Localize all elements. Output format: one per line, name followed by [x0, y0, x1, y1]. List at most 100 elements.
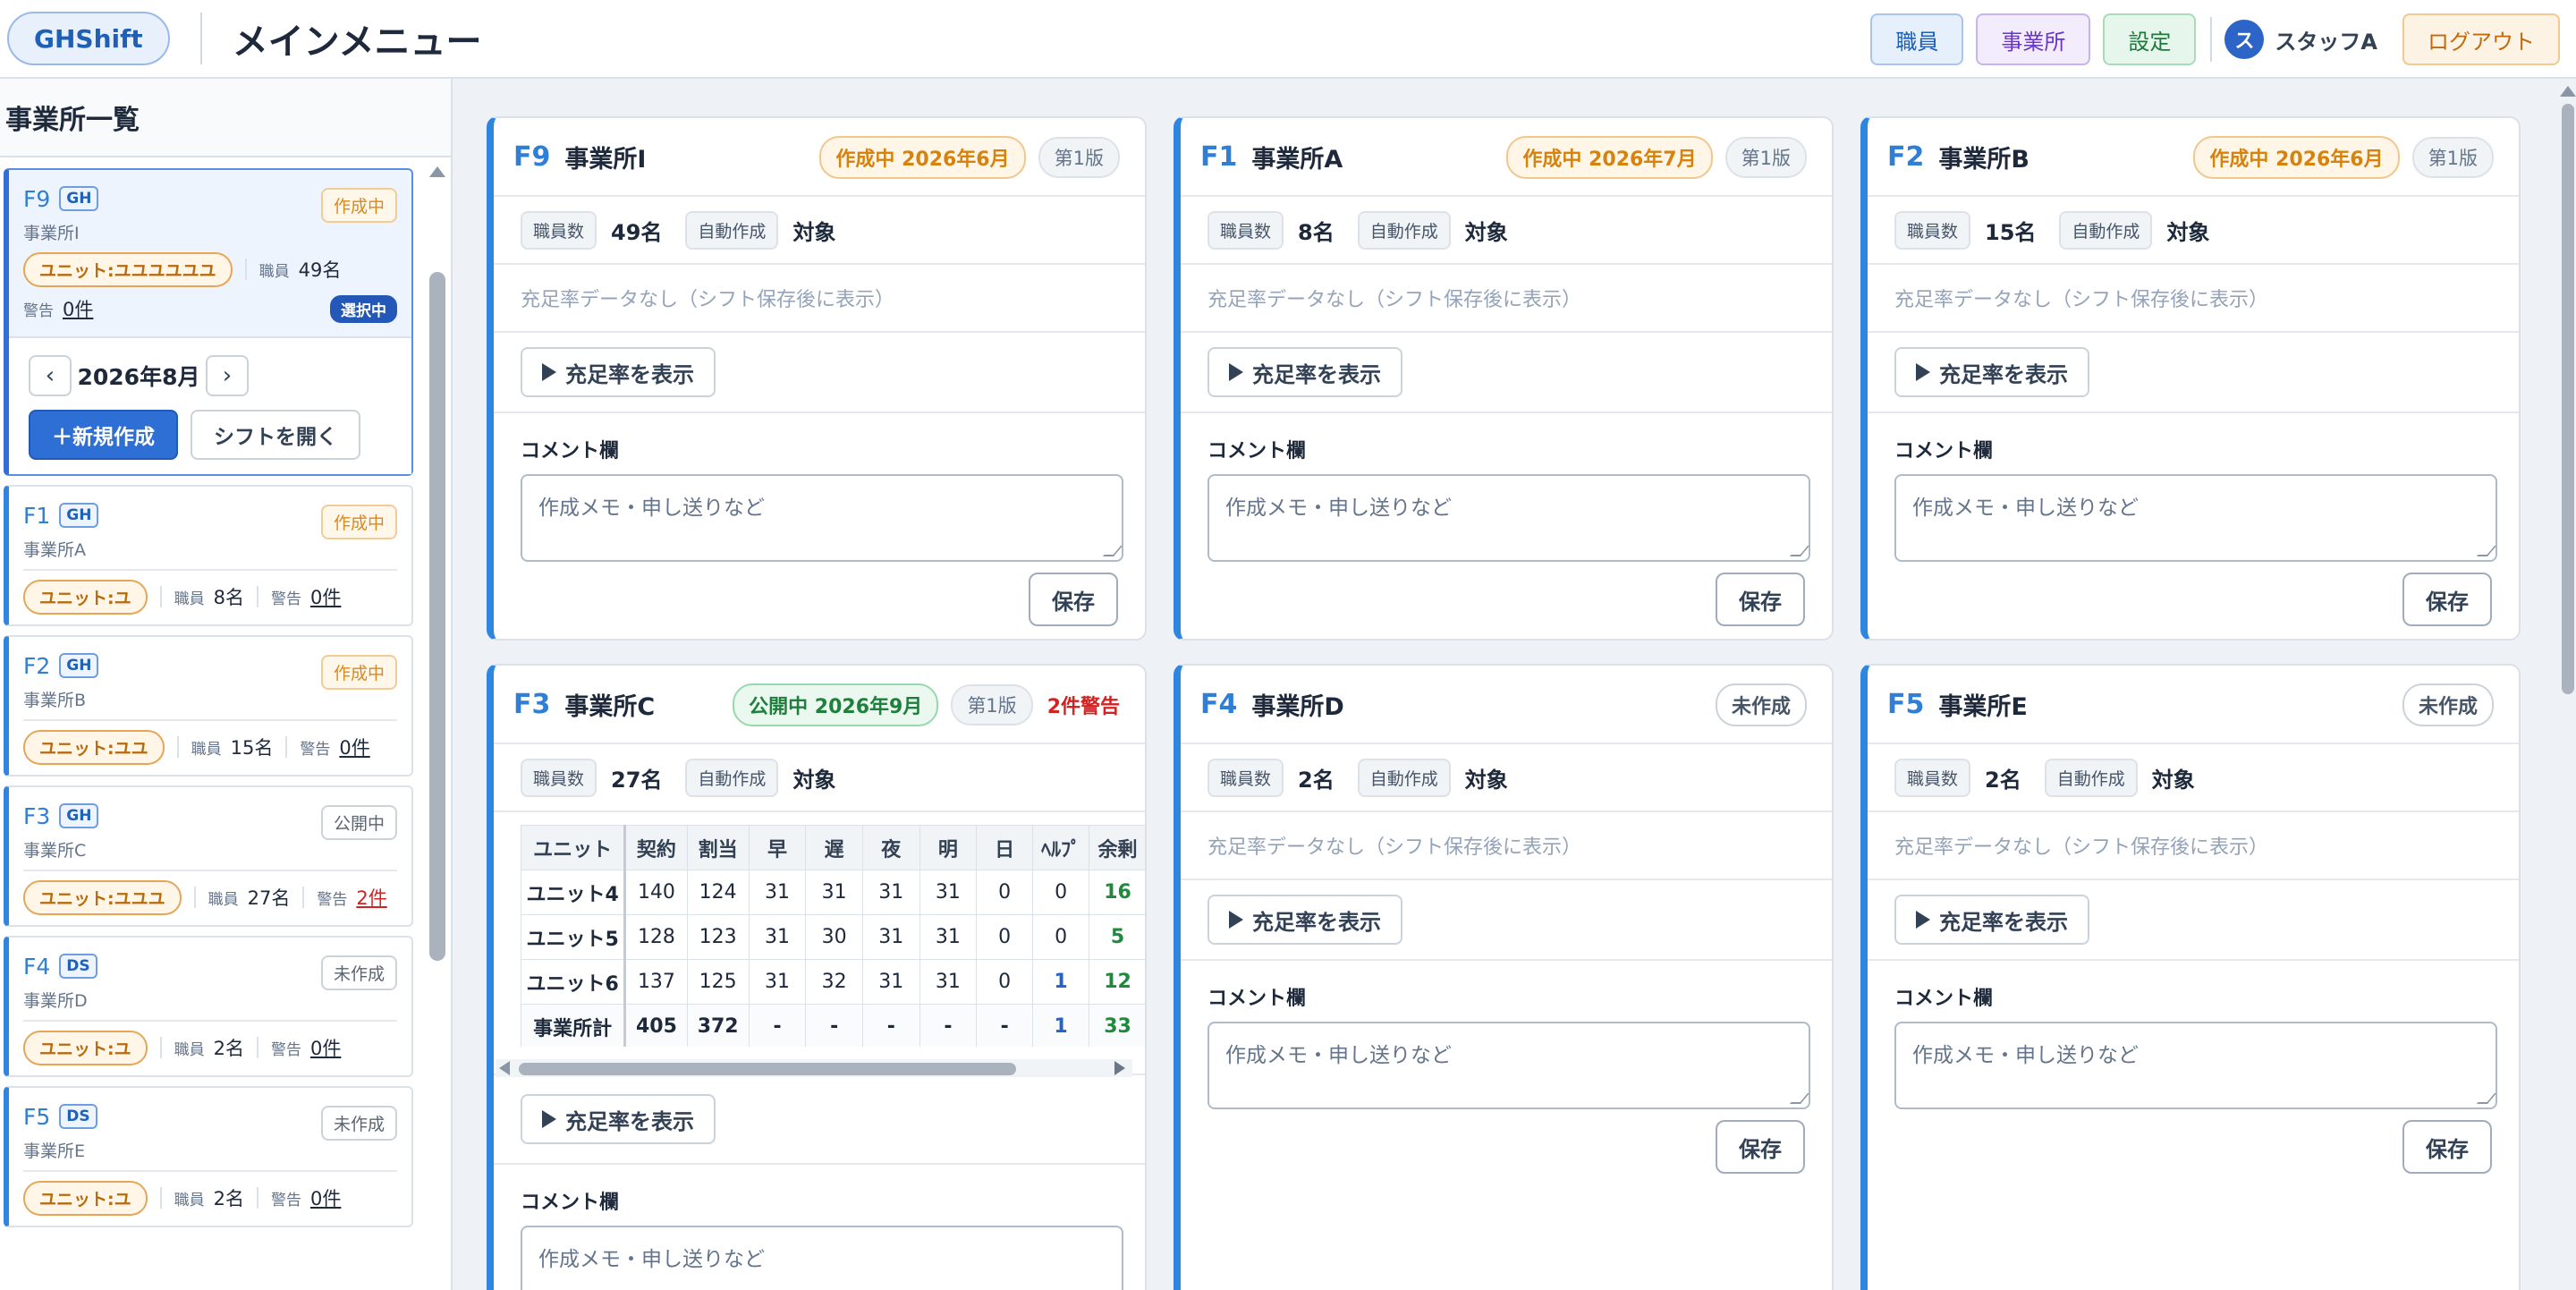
table-cell: 30 — [805, 914, 863, 960]
show-fill-rate-button[interactable]: 充足率を表示 — [1894, 895, 2089, 945]
office-code: F9 — [23, 185, 51, 212]
logout-button[interactable]: ログアウト — [2402, 13, 2560, 65]
nav-settings-button[interactable]: 設定 — [2103, 13, 2197, 65]
table-cell: 31 — [861, 870, 920, 915]
office-code: F3 — [23, 802, 51, 829]
table-header: 契約 — [624, 825, 688, 870]
office-card: F2 事業所B 作成中 2026年6月 第1版 職員数 15名 自動作成 対象 … — [1860, 116, 2521, 641]
open-shift-button[interactable]: シフトを開く — [191, 410, 360, 460]
scrollbar-thumb[interactable] — [429, 272, 445, 961]
warning-label: 警告 — [317, 890, 348, 909]
show-fill-rate-button[interactable]: 充足率を表示 — [1894, 347, 2089, 397]
table-header: 夜 — [861, 825, 920, 870]
warning-count-link[interactable]: 0件 — [310, 1184, 341, 1211]
staff-label: 職員 — [208, 890, 239, 909]
office-name: 事業所A — [1251, 145, 1343, 174]
comment-textarea[interactable]: 作成メモ・申し送りなど — [1208, 1022, 1810, 1109]
status-badge: 未作成 — [320, 955, 397, 990]
prev-month-button[interactable]: ‹ — [29, 355, 72, 396]
office-list-item[interactable]: F1 GH 作成中 事業所A ユニット:ユ 職員 8名 警告 0件 — [4, 485, 413, 626]
scroll-left-icon[interactable] — [499, 1061, 510, 1075]
main-scrollbar[interactable] — [2560, 82, 2576, 1290]
warning-count-link[interactable]: 0件 — [310, 583, 341, 610]
resize-grip-icon[interactable] — [1102, 546, 1123, 556]
warning-label: 警告 — [23, 301, 54, 320]
office-name: 事業所I — [564, 145, 647, 174]
warning-label: 警告 — [270, 1040, 301, 1059]
comment-textarea[interactable]: 作成メモ・申し送りなど — [521, 474, 1123, 562]
no-fill-data-text: 充足率データなし（シフト保存後に表示） — [494, 265, 1145, 333]
show-fill-rate-label: 充足率を表示 — [565, 1108, 694, 1134]
office-name: 事業所B — [23, 691, 87, 710]
fill-rate-table-container: ユニット 契約 割当 早 遅 夜 明 日 ﾍﾙﾌﾟ 余剰 ユニット4 140 1… — [494, 812, 1145, 1077]
table-cell: 31 — [861, 959, 920, 1005]
comment-placeholder: 作成メモ・申し送りなど — [1912, 496, 2139, 520]
scroll-right-icon[interactable] — [1114, 1061, 1125, 1075]
selected-office-panel: ‹ 2026年8月 › ＋新規作成 シフトを開く — [9, 336, 411, 474]
office-type-badge: GH — [59, 653, 99, 678]
table-cell: 31 — [748, 870, 807, 915]
table-header: 早 — [748, 825, 807, 870]
show-fill-rate-button[interactable]: 充足率を表示 — [521, 1094, 716, 1144]
show-fill-rate-button[interactable]: 充足率を表示 — [521, 347, 716, 397]
comment-textarea[interactable]: 作成メモ・申し送りなど — [1894, 1022, 2497, 1109]
save-button[interactable]: 保存 — [1029, 573, 1118, 626]
table-cell: - — [976, 1004, 1034, 1047]
save-button[interactable]: 保存 — [2402, 1120, 2492, 1174]
warning-count-link[interactable]: 2件 — [356, 884, 386, 911]
comment-textarea[interactable]: 作成メモ・申し送りなど — [521, 1226, 1123, 1290]
next-month-button[interactable]: › — [206, 355, 249, 396]
staff-count: 2名 — [213, 1038, 244, 1059]
table-row: ユニット5 128 123 31 30 31 31 0 0 5 — [521, 914, 1145, 960]
nav-staff-button[interactable]: 職員 — [1870, 13, 1964, 65]
scrollbar-thumb[interactable] — [519, 1063, 1016, 1075]
office-card: F3 事業所C 公開中 2026年9月 第1版 2件警告 職員数 27名 自動作… — [487, 664, 1147, 1290]
scroll-up-icon[interactable] — [429, 166, 445, 177]
office-card: F4 事業所D 未作成 職員数 2名 自動作成 対象 充足率データなし（シフト保… — [1174, 664, 1834, 1290]
office-list-item[interactable]: F4 DS 未作成 事業所D ユニット:ユ 職員 2名 警告 0件 — [4, 936, 413, 1077]
office-card: F5 事業所E 未作成 職員数 2名 自動作成 対象 充足率データなし（シフト保… — [1860, 664, 2521, 1290]
comment-textarea[interactable]: 作成メモ・申し送りなど — [1208, 474, 1810, 562]
table-row-total: 事業所計 405 372 - - - - - 1 33 — [521, 1004, 1145, 1047]
scroll-up-icon[interactable] — [2560, 86, 2576, 97]
version-badge: 第1版 — [2411, 137, 2494, 178]
office-list-item[interactable]: F2 GH 作成中 事業所B ユニット:ユユ 職員 15名 警告 0件 — [4, 635, 413, 777]
warning-badge[interactable]: 2件警告 — [1047, 691, 1120, 719]
staff-chip: 職員数 — [1208, 210, 1284, 250]
warning-count-link[interactable]: 0件 — [339, 734, 369, 760]
resize-grip-icon[interactable] — [1789, 1093, 1810, 1104]
office-list-item[interactable]: F3 GH 公開中 事業所C ユニット:ユユユ 職員 27名 警告 2件 — [4, 785, 413, 927]
office-list-item-selected[interactable]: F9 GH 作成中 事業所I ユニット:ユユユユユユ 職員 49名 警告 0件 … — [4, 168, 413, 476]
resize-grip-icon[interactable] — [2476, 546, 2497, 556]
scrollbar-thumb[interactable] — [2562, 104, 2574, 694]
unit-badge: ユニット:ユユユユユユ — [23, 251, 233, 287]
office-list-item[interactable]: F5 DS 未作成 事業所E ユニット:ユ 職員 2名 警告 0件 — [4, 1086, 413, 1227]
table-cell: 405 — [624, 1004, 688, 1047]
show-fill-rate-button[interactable]: 充足率を表示 — [1208, 347, 1402, 397]
auto-create-chip: 自動作成 — [1357, 758, 1451, 797]
office-code: F1 — [1200, 140, 1238, 173]
sidebar-scrollbar[interactable] — [426, 161, 449, 1290]
table-horizontal-scrollbar[interactable] — [496, 1059, 1132, 1077]
table-row: ユニット4 140 124 31 31 31 31 0 0 16 — [521, 870, 1145, 915]
save-button[interactable]: 保存 — [1716, 1120, 1805, 1174]
save-button[interactable]: 保存 — [2402, 573, 2492, 626]
no-fill-data-text: 充足率データなし（シフト保存後に表示） — [1868, 265, 2519, 333]
new-shift-button[interactable]: ＋新規作成 — [29, 410, 178, 460]
unit-badge: ユニット:ユ — [23, 1180, 148, 1216]
warning-count-link[interactable]: 0件 — [63, 295, 93, 322]
warning-count-link[interactable]: 0件 — [310, 1034, 341, 1061]
table-header: 明 — [919, 825, 978, 870]
save-button[interactable]: 保存 — [1716, 573, 1805, 626]
table-cell: 16 — [1089, 870, 1145, 915]
nav-office-button[interactable]: 事業所 — [1976, 13, 2091, 65]
table-cell: - — [805, 1004, 863, 1047]
resize-grip-icon[interactable] — [1789, 546, 1810, 556]
show-fill-rate-button[interactable]: 充足率を表示 — [1208, 895, 1402, 945]
table-header: 日 — [976, 825, 1034, 870]
divider — [23, 569, 397, 571]
app-logo[interactable]: GHShift — [7, 12, 170, 65]
resize-grip-icon[interactable] — [2476, 1093, 2497, 1104]
comment-textarea[interactable]: 作成メモ・申し送りなど — [1894, 474, 2497, 562]
show-fill-rate-label: 充足率を表示 — [1939, 361, 2068, 387]
